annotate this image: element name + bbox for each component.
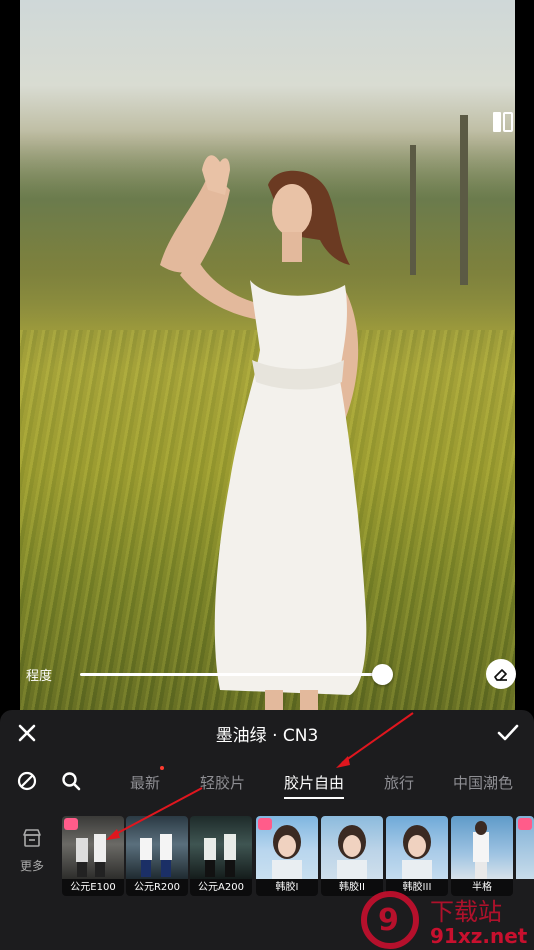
filter-title: 墨油绿 · CN3: [215, 726, 319, 746]
thumb-figures: [140, 834, 172, 877]
tab-travel[interactable]: 旅行: [384, 772, 414, 793]
thumb-label: 韩胶I: [256, 879, 318, 896]
woman-figure: [160, 155, 367, 710]
thumb-image: [126, 816, 188, 879]
thumb-label: 公元R200: [126, 879, 188, 896]
new-dot-badge: [160, 766, 164, 770]
filter-thumb-partial[interactable]: [516, 816, 534, 896]
tab-latest[interactable]: 最新: [130, 772, 160, 793]
search-icon[interactable]: [60, 770, 82, 792]
active-tab-underline: [284, 797, 344, 799]
thumb-image: [451, 816, 513, 879]
thumb-label: 公元A200: [190, 879, 252, 896]
thumb-image: [386, 816, 448, 880]
filter-thumb[interactable]: 公元A200: [190, 816, 252, 896]
more-label: 更多: [19, 859, 44, 873]
no-filter-icon[interactable]: [16, 770, 38, 792]
badge: [64, 818, 78, 830]
tab-china-trend[interactable]: 中国潮色: [453, 772, 513, 793]
check-icon[interactable]: [496, 722, 520, 744]
filter-thumb[interactable]: 韩胶II: [321, 816, 383, 896]
thumb-image: [190, 816, 252, 879]
tab-film-freedom[interactable]: 胶片自由: [284, 772, 344, 793]
thumb-image: [321, 816, 383, 880]
thumb-portrait: [337, 825, 367, 880]
thumb-label: 公元E100: [62, 879, 124, 896]
filter-thumb[interactable]: 公元E100: [62, 816, 124, 896]
svg-text:下载站: 下载站: [430, 898, 502, 926]
intensity-slider-thumb[interactable]: [372, 664, 393, 685]
photo-preview[interactable]: [20, 0, 515, 710]
filter-thumb[interactable]: 半格: [451, 816, 513, 896]
more-button[interactable]: 更多: [14, 827, 50, 874]
filter-thumb[interactable]: 韩胶I: [256, 816, 318, 896]
thumb-figure: [473, 821, 489, 879]
svg-text:9: 9: [378, 903, 399, 938]
eraser-icon: [494, 669, 507, 681]
tab-light-film[interactable]: 轻胶片: [200, 772, 245, 793]
intensity-label: 程度: [26, 669, 53, 684]
eraser-button[interactable]: [486, 659, 516, 689]
category-tabs: 最新 轻胶片 胶片自由 旅行 中国潮色: [0, 768, 534, 798]
badge: [518, 818, 532, 830]
intensity-slider-track[interactable]: [80, 673, 380, 676]
filter-thumb[interactable]: 公元R200: [126, 816, 188, 896]
filter-thumbnails: 公元E100 公元R200 公元A200 韩胶I 韩胶II 韩胶III 半格: [62, 816, 534, 896]
watermark-text: 91xz.net: [430, 924, 528, 948]
split-compare-icon[interactable]: [491, 110, 515, 134]
badge: [258, 818, 272, 830]
thumb-figures: [204, 834, 236, 877]
store-icon: [23, 829, 41, 847]
thumb-portrait: [402, 825, 432, 880]
filter-thumb[interactable]: 韩胶III: [386, 816, 448, 896]
